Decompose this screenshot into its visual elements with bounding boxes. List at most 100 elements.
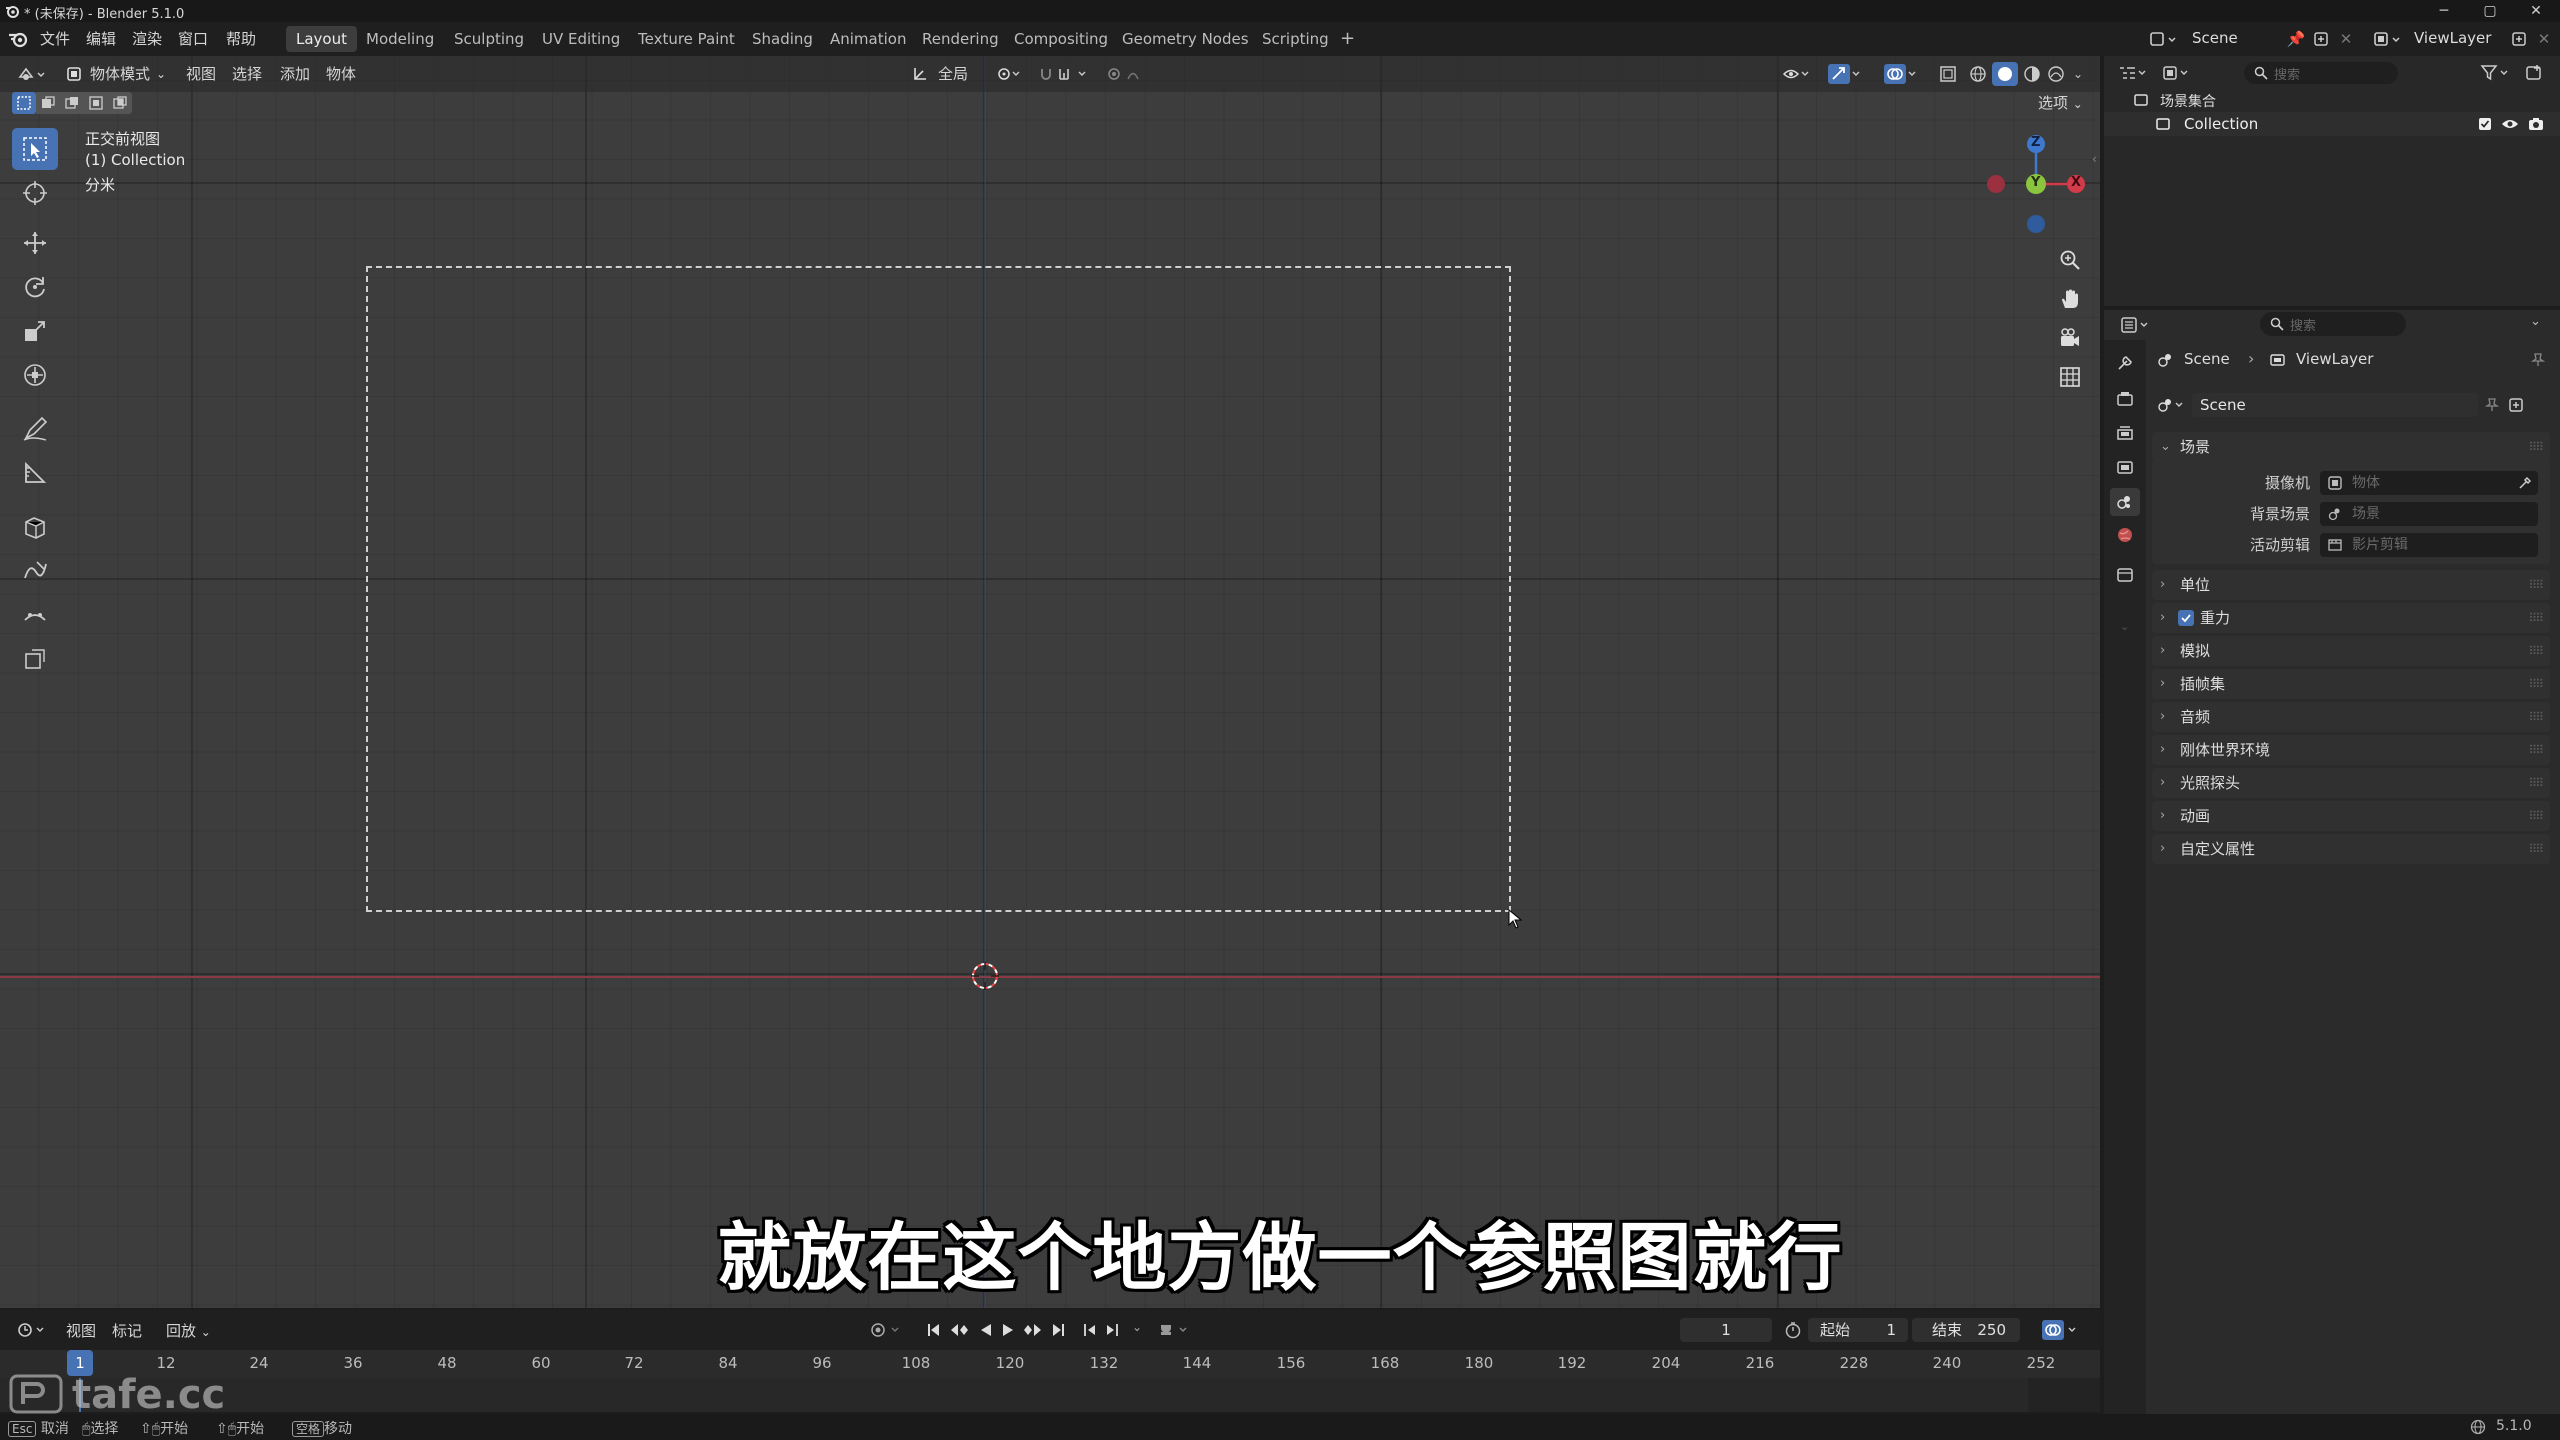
view-layer-icon[interactable] [2370,28,2404,50]
tab-shading[interactable]: Shading [742,26,823,52]
frame-end-field[interactable]: 结束 250 [1912,1318,2020,1342]
measure-tool[interactable] [12,452,58,494]
collection-tab-icon[interactable] [2114,564,2136,586]
menu-edit[interactable]: 编辑 [86,28,116,49]
properties-options-chevron-icon[interactable]: ⌄ [2530,314,2541,329]
view-layer-selector[interactable]: ViewLayer [2414,29,2491,47]
tool-tab-icon[interactable] [2114,352,2136,374]
xray-toggle-icon[interactable] [1936,63,1960,85]
shading-material-icon[interactable] [2020,63,2044,85]
properties-search-input[interactable]: 搜索 [2260,312,2406,336]
camera-view-icon[interactable] [2054,322,2086,354]
menu-object[interactable]: 物体 [326,61,356,87]
drag-handle-icon[interactable]: ⠿⠿ [2528,570,2544,600]
options-button[interactable]: 选项 ⌄ [2038,92,2083,113]
select-extend-icon[interactable] [36,92,60,114]
gravity-checkbox[interactable] [2178,610,2194,626]
blender-menu-icon[interactable] [6,28,30,50]
scene-pin-icon[interactable] [2482,395,2502,415]
add-cube-tool[interactable] [12,506,58,548]
output-tab-icon[interactable] [2114,422,2136,444]
timeline-body[interactable] [0,1378,2100,1412]
eye-icon[interactable] [2500,115,2520,133]
pin-icon[interactable]: 📌 [2286,29,2306,49]
menu-help[interactable]: 帮助 [226,28,256,49]
timeline-menu-view[interactable]: 视图 [66,1320,96,1341]
new-view-layer-icon[interactable] [2508,29,2530,49]
scene-name-field[interactable]: Scene [2192,393,2478,417]
tab-rendering[interactable]: Rendering [912,26,1009,52]
transform-tool[interactable] [12,354,58,396]
zoom-icon[interactable] [2054,244,2086,276]
scene-datablock-row[interactable]: Scene [2152,392,2552,418]
menu-view[interactable]: 视图 [186,61,216,87]
section-units[interactable]: › 单位 ⠿⠿ [2152,570,2550,600]
jump-keyframe-back-icon[interactable] [948,1320,972,1340]
scene-selector[interactable]: Scene [2192,29,2238,47]
delete-view-layer-icon[interactable]: ✕ [2534,29,2554,49]
3d-viewport[interactable]: 正交前视图 (1) Collection 分米 [0,56,2100,1308]
scene-panel-header[interactable]: ⌄ 场景 ⠿⠿ [2152,432,2550,462]
next-keyframe-icon[interactable] [1102,1320,1122,1340]
tab-layout[interactable]: Layout [286,26,357,52]
keyframe-chevron-icon[interactable]: ⌄ [1132,1320,1142,1334]
filter-icon[interactable] [2478,62,2512,84]
scale-tool[interactable] [12,310,58,352]
transform-orientation-dropdown[interactable]: 全局 [938,61,968,87]
jump-end-icon[interactable] [1048,1320,1068,1340]
new-collection-icon[interactable] [2522,62,2546,84]
section-light-probes[interactable]: › 光照探头 ⠿⠿ [2152,768,2550,798]
menu-render[interactable]: 渲染 [132,28,162,49]
outliner-row-collection[interactable]: Collection [2104,112,2560,136]
play-icon[interactable] [998,1320,1018,1340]
object-mode-dropdown[interactable]: 物体模式 [90,61,150,87]
tab-compositing[interactable]: Compositing [1004,26,1118,52]
extrude-tool[interactable] [12,594,58,636]
drag-handle-icon[interactable]: ⠿⠿ [2528,834,2544,864]
active-clip-field[interactable]: 影片剪辑 [2320,533,2538,557]
proportional-editing-icon[interactable] [1104,64,1154,84]
scene-tab-icon[interactable] [2110,488,2140,516]
eyedropper-icon[interactable] [2516,474,2534,492]
timeline-ruler[interactable]: 1 12 24 36 48 60 72 84 96 108 120 132 14… [0,1350,2100,1378]
annotate-tool[interactable] [12,408,58,450]
outliner-row-scene-collection[interactable]: 场景集合 [2104,88,2560,112]
auto-keying-icon[interactable] [868,1320,908,1340]
shading-solid-icon[interactable] [1992,62,2018,86]
keying-set-icon[interactable] [1156,1320,1196,1340]
display-mode-icon[interactable] [2160,62,2194,84]
toggle-perspective-icon[interactable] [2054,361,2086,393]
tab-uv-editing[interactable]: UV Editing [532,26,630,52]
new-scene-icon[interactable] [2310,29,2332,49]
background-scene-field[interactable]: 场景 [2320,502,2538,526]
cursor-tool[interactable] [12,172,58,214]
menu-window[interactable]: 窗口 [178,28,208,49]
drag-handle-icon[interactable]: ⠿⠿ [2528,603,2544,633]
camera-field[interactable]: 物体 [2320,471,2538,495]
playback-dropdown[interactable]: 回放 ⌄ [166,1320,211,1341]
properties-editor-type-icon[interactable] [2118,314,2152,336]
render-camera-icon[interactable] [2526,115,2546,133]
drag-handle-icon[interactable]: ⠿⠿ [2528,432,2544,462]
drag-handle-icon[interactable]: ⠿⠿ [2528,801,2544,831]
scene-datablock-icon[interactable] [2156,395,2188,415]
breadcrumb-pin-icon[interactable] [2528,350,2548,370]
navigation-gizmo[interactable]: Z Y X [1976,130,2096,236]
timeline-view-options-icon[interactable] [2040,1318,2084,1342]
tab-modeling[interactable]: Modeling [356,26,444,52]
draw-curve-tool[interactable] [12,550,58,592]
image-reference-tool[interactable] [12,638,58,680]
jump-start-icon[interactable] [924,1320,944,1340]
section-animation[interactable]: › 动画 ⠿⠿ [2152,801,2550,831]
drag-handle-icon[interactable]: ⠿⠿ [2528,702,2544,732]
scene-icon[interactable] [2146,28,2180,50]
maximize-button[interactable]: ▢ [2472,0,2508,22]
view-layer-tab-icon[interactable] [2114,456,2136,478]
current-frame-field[interactable]: 1 [1680,1318,1772,1342]
scene-new-icon[interactable] [2506,395,2526,415]
gizmo-toggle-icon[interactable] [1826,62,1866,86]
menu-select[interactable]: 选择 [232,61,262,87]
tab-animation[interactable]: Animation [820,26,916,52]
move-tool[interactable] [12,222,58,264]
delete-scene-icon[interactable]: ✕ [2336,29,2356,49]
